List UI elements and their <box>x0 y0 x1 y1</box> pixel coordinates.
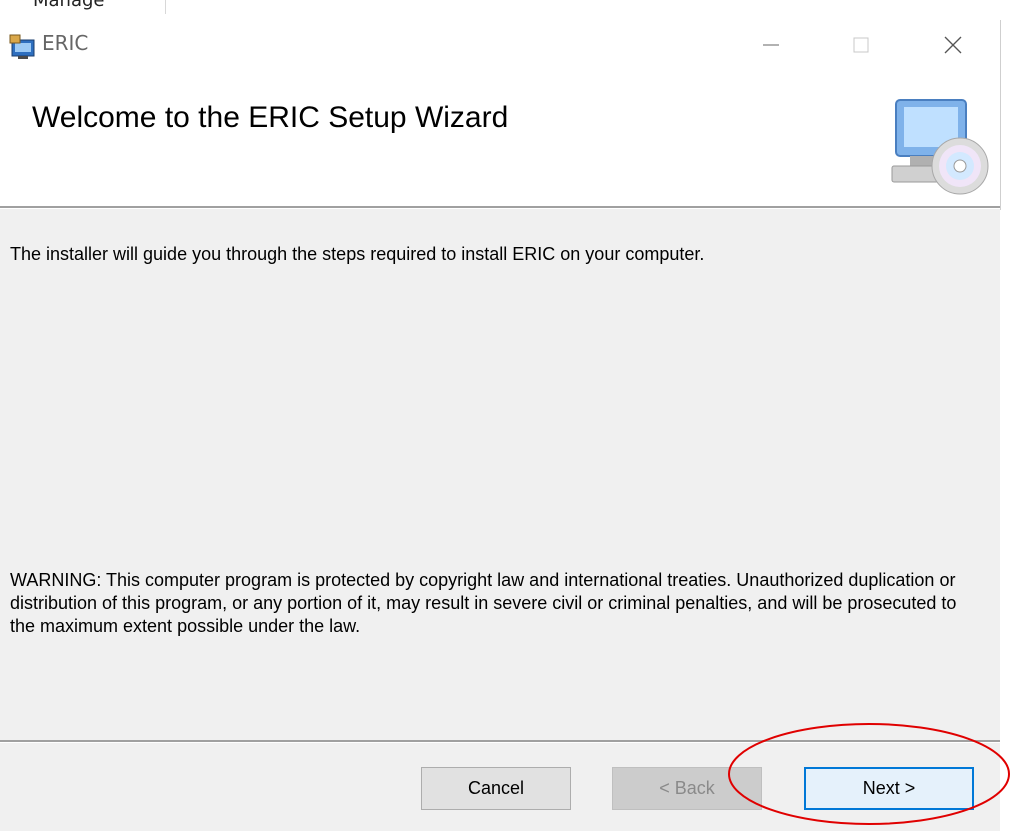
background-app-label: Manage <box>33 0 105 11</box>
intro-text: The installer will guide you through the… <box>10 244 705 264</box>
window-title: ERIC <box>42 31 89 55</box>
installer-app-icon <box>9 34 35 59</box>
setup-wizard-window: ERIC Welcome to the ERIC Setup Wizard Th… <box>0 14 1000 831</box>
title-bar[interactable]: ERIC <box>0 14 1000 76</box>
background-divider <box>165 0 166 14</box>
page-title: Welcome to the ERIC Setup Wizard <box>32 101 509 134</box>
background-window-edge <box>1000 20 1001 210</box>
minimize-button[interactable] <box>740 14 802 76</box>
annotation-circle <box>728 723 1010 825</box>
close-button[interactable] <box>922 14 984 76</box>
maximize-button <box>830 14 892 76</box>
computer-cd-icon <box>891 99 989 195</box>
cancel-button[interactable]: Cancel <box>421 767 571 810</box>
maximize-icon <box>853 37 869 53</box>
wizard-header-banner: Welcome to the ERIC Setup Wizard <box>0 76 1000 206</box>
close-icon <box>944 36 962 54</box>
copyright-warning-text: WARNING: This computer program is protec… <box>10 570 957 636</box>
minimize-icon <box>763 44 779 46</box>
header-separator <box>0 206 1000 209</box>
